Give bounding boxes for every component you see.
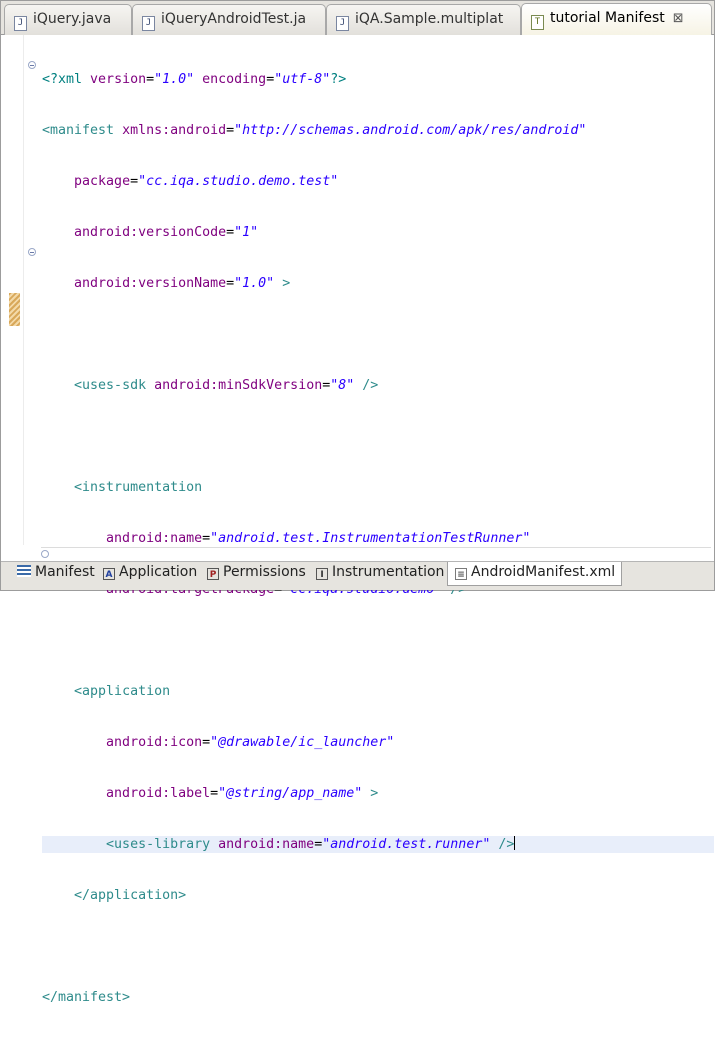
manifest-file-icon: T <box>531 15 544 30</box>
tab-manifest[interactable]: Manifest <box>10 562 101 584</box>
manifest-icon <box>17 565 31 577</box>
code-line: <?xml version="1.0" encoding="utf-8"?> <box>42 72 347 87</box>
editor-window: JiQuery.java JiQueryAndroidTest.ja JiQA.… <box>0 0 715 1005</box>
annotation-ruler <box>1 35 24 545</box>
tab-instrumentation[interactable]: I Instrumentation <box>309 562 450 584</box>
code-line: <uses-sdk android:minSdkVersion="8" /> <box>74 378 379 393</box>
code-line: android:icon="@drawable/ic_launcher" <box>106 735 395 750</box>
code-text[interactable]: <?xml version="1.0" encoding="utf-8"?> <… <box>42 37 714 1040</box>
tab-iqa-sample[interactable]: JiQA.Sample.multiplat <box>326 4 521 35</box>
java-file-icon: J <box>142 16 155 31</box>
tab-application[interactable]: A Application <box>96 562 203 584</box>
code-line: <instrumentation <box>74 480 203 495</box>
code-line: <application <box>74 684 171 699</box>
code-line: </application> <box>74 888 187 903</box>
code-line: android:versionName="1.0" > <box>74 276 291 291</box>
code-line: android:label="@string/app_name" > <box>106 786 379 801</box>
instrumentation-icon: I <box>316 568 328 580</box>
java-file-icon: J <box>14 16 27 31</box>
code-line: android:versionCode="1" <box>74 225 259 240</box>
text-caret <box>514 836 516 850</box>
editor-tab-bar: JiQuery.java JiQueryAndroidTest.ja JiQA.… <box>1 1 714 36</box>
tab-androidmanifest-xml[interactable]: ≡ AndroidManifest.xml <box>447 562 623 586</box>
code-line: android:name="android.test.Instrumentati… <box>106 531 531 546</box>
manifest-editor-page-tabs: Manifest A Application P Permissions I Inst… <box>1 561 714 590</box>
change-marker <box>9 293 20 326</box>
fold-toggle-icon[interactable] <box>28 248 36 256</box>
java-file-icon: J <box>336 16 349 31</box>
code-line: <manifest xmlns:android="http://schemas.… <box>42 123 587 138</box>
tab-tutorial-manifest[interactable]: Ttutorial Manifest ⊠ <box>521 3 712 36</box>
horizontal-scrollbar[interactable] <box>41 547 711 560</box>
tab-iquery-android-test[interactable]: JiQueryAndroidTest.ja <box>132 4 326 35</box>
code-editor[interactable]: <?xml version="1.0" encoding="utf-8"?> <… <box>1 35 714 1005</box>
scroll-left-icon[interactable] <box>41 550 49 558</box>
current-code-line: <uses-library android:name="android.test… <box>42 836 714 853</box>
xml-file-icon: ≡ <box>455 568 467 580</box>
tab-iquery-java[interactable]: JiQuery.java <box>4 4 132 35</box>
code-line: </manifest> <box>42 990 131 1005</box>
permissions-icon: P <box>207 568 219 580</box>
application-icon: A <box>103 568 115 580</box>
close-icon[interactable]: ⊠ <box>673 11 684 26</box>
code-line: package="cc.iqa.studio.demo.test" <box>74 174 339 189</box>
fold-toggle-icon[interactable] <box>28 61 36 69</box>
tab-permissions[interactable]: P Permissions <box>200 562 312 584</box>
